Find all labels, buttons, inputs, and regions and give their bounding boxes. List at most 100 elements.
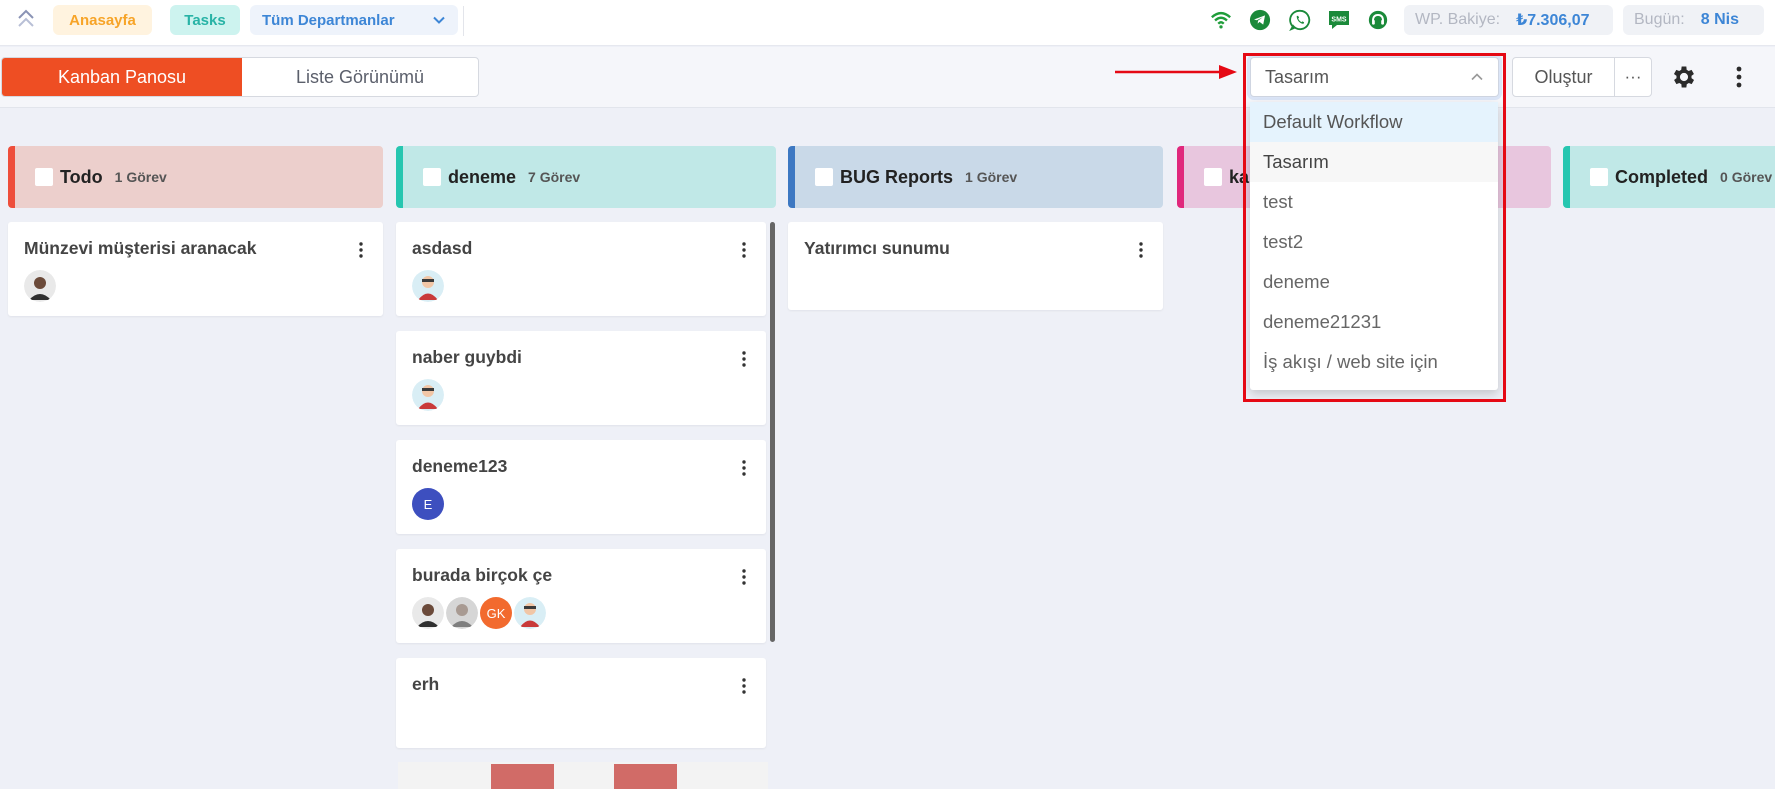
kebab-menu-icon bbox=[359, 242, 363, 258]
column-header-todo[interactable]: Todo 1 Görev bbox=[8, 146, 383, 208]
column-name: Completed bbox=[1615, 166, 1709, 187]
column-header-bug-reports[interactable]: BUG Reports 1 Görev bbox=[788, 146, 1163, 208]
kanban-view-button[interactable]: Kanban Panosu bbox=[2, 58, 242, 96]
avatar[interactable] bbox=[412, 270, 444, 302]
column-select-checkbox[interactable] bbox=[1590, 168, 1608, 186]
wp-balance[interactable]: WP. Bakiye: ₺7.306,07 bbox=[1404, 5, 1613, 35]
task-title: naber guybdi bbox=[412, 347, 522, 367]
task-menu-button[interactable] bbox=[734, 238, 754, 262]
wp-balance-value: ₺7.306,07 bbox=[1516, 12, 1590, 29]
task-menu-button[interactable] bbox=[734, 347, 754, 371]
column-name: BUG Reports bbox=[840, 166, 954, 187]
column-name: deneme bbox=[448, 166, 517, 187]
kebab-menu-icon bbox=[742, 351, 746, 367]
kebab-menu-icon bbox=[742, 569, 746, 585]
view-toggle: Kanban Panosu Liste Görünümü bbox=[1, 57, 479, 97]
task-card[interactable]: Münzevi müşterisi aranacak bbox=[8, 222, 383, 316]
avatar[interactable] bbox=[24, 270, 56, 302]
kebab-menu-icon bbox=[742, 678, 746, 694]
task-card[interactable]: Yatırımcı sunumu bbox=[788, 222, 1163, 310]
avatar[interactable] bbox=[514, 597, 546, 629]
svg-text:SMS: SMS bbox=[1331, 17, 1347, 24]
user-avatar-icon bbox=[412, 270, 444, 302]
task-card[interactable]: asdasd bbox=[396, 222, 766, 316]
more-options-button[interactable]: ··· bbox=[1614, 57, 1652, 97]
column-name: Todo bbox=[60, 166, 103, 187]
column-task-count: 1 Görev bbox=[114, 169, 167, 185]
column-select-checkbox[interactable] bbox=[1204, 168, 1222, 186]
task-title: Münzevi müşterisi aranacak bbox=[24, 238, 257, 258]
kebab-menu-icon bbox=[742, 242, 746, 258]
whatsapp-icon bbox=[1289, 9, 1311, 31]
create-button[interactable]: Oluştur bbox=[1512, 57, 1615, 97]
task-card[interactable]: deneme123 E bbox=[396, 440, 766, 534]
task-title: erh bbox=[412, 674, 440, 694]
task-card[interactable]: erh bbox=[396, 658, 766, 748]
annotation-arrow bbox=[1115, 65, 1237, 79]
wifi-icon bbox=[1211, 11, 1231, 29]
chevron-up-icon bbox=[18, 9, 34, 27]
today-label: Bugün: bbox=[1634, 11, 1685, 28]
breadcrumb-home[interactable]: Anasayfa bbox=[53, 5, 152, 35]
avatar[interactable] bbox=[412, 379, 444, 411]
wp-balance-label: WP. Bakiye: bbox=[1415, 11, 1501, 28]
task-menu-button[interactable] bbox=[734, 674, 754, 698]
user-photo-icon bbox=[446, 597, 478, 629]
avatar[interactable] bbox=[412, 597, 444, 629]
avatar[interactable]: E bbox=[412, 488, 444, 520]
collapse-menu-button[interactable] bbox=[12, 6, 40, 32]
today-value: 8 Nis bbox=[1700, 11, 1739, 28]
avatar[interactable]: GK bbox=[480, 597, 512, 629]
task-title: asdasd bbox=[412, 238, 473, 258]
telegram-icon bbox=[1249, 9, 1271, 31]
user-avatar-icon bbox=[514, 597, 546, 629]
support-icon bbox=[1368, 10, 1388, 30]
kebab-menu-icon bbox=[1736, 66, 1742, 88]
breadcrumb-tasks[interactable]: Tasks bbox=[170, 5, 240, 35]
sms-icon: SMS bbox=[1329, 11, 1349, 29]
task-card-partial[interactable] bbox=[398, 762, 768, 789]
list-view-button[interactable]: Liste Görünümü bbox=[242, 58, 478, 96]
header-divider bbox=[463, 6, 464, 36]
column-select-checkbox[interactable] bbox=[815, 168, 833, 186]
department-select-label: Tüm Departmanlar bbox=[262, 11, 395, 29]
column-select-checkbox[interactable] bbox=[35, 168, 53, 186]
user-avatar-icon bbox=[412, 379, 444, 411]
task-menu-button[interactable] bbox=[351, 238, 371, 262]
task-menu-button[interactable] bbox=[1131, 238, 1151, 262]
top-header: Anasayfa Tasks Tüm Departmanlar SMS WP. … bbox=[0, 0, 1775, 46]
settings-button[interactable] bbox=[1667, 60, 1701, 94]
column-task-count: 7 Görev bbox=[528, 169, 581, 185]
page-menu-button[interactable] bbox=[1725, 60, 1753, 94]
sms-button[interactable]: SMS bbox=[1323, 6, 1355, 34]
support-button[interactable] bbox=[1362, 6, 1394, 34]
column-header-deneme[interactable]: deneme 7 Görev bbox=[396, 146, 776, 208]
task-title: Yatırımcı sunumu bbox=[804, 238, 950, 258]
task-title: burada birçok çe bbox=[412, 565, 553, 585]
department-select[interactable]: Tüm Departmanlar bbox=[250, 5, 458, 35]
whatsapp-button[interactable] bbox=[1284, 6, 1316, 34]
column-task-count: 0 Görev bbox=[1720, 169, 1773, 185]
attachment-thumbnail bbox=[614, 764, 677, 789]
kebab-menu-icon bbox=[1139, 242, 1143, 258]
column-task-count: 1 Görev bbox=[965, 169, 1018, 185]
avatar[interactable] bbox=[446, 597, 478, 629]
gear-icon bbox=[1673, 66, 1695, 88]
today-date[interactable]: Bugün: 8 Nis bbox=[1623, 5, 1764, 35]
user-photo-icon bbox=[24, 270, 56, 302]
attachment-thumbnail bbox=[491, 764, 554, 789]
column-scrollbar[interactable] bbox=[770, 222, 775, 642]
task-title: deneme123 bbox=[412, 456, 508, 476]
wifi-button[interactable] bbox=[1205, 6, 1237, 34]
task-card[interactable]: burada birçok çe GK bbox=[396, 549, 766, 643]
kebab-menu-icon bbox=[742, 460, 746, 476]
task-menu-button[interactable] bbox=[734, 565, 754, 589]
board-toolbar: Kanban Panosu Liste Görünümü Tasarım Olu… bbox=[0, 47, 1775, 108]
task-menu-button[interactable] bbox=[734, 456, 754, 480]
user-photo-icon bbox=[412, 597, 444, 629]
telegram-button[interactable] bbox=[1244, 6, 1276, 34]
column-header-completed[interactable]: Completed 0 Görev bbox=[1563, 146, 1775, 208]
task-card[interactable]: naber guybdi bbox=[396, 331, 766, 425]
annotation-highlight-box bbox=[1243, 53, 1506, 402]
column-select-checkbox[interactable] bbox=[423, 168, 441, 186]
